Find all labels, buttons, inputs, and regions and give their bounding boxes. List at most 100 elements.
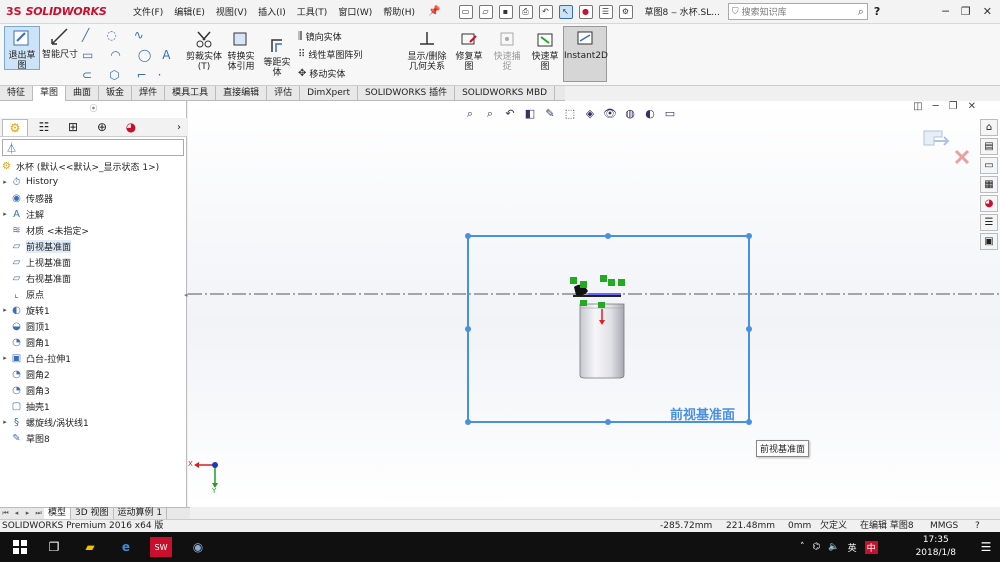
tree-item[interactable]: ◉ 传感器 xyxy=(0,190,187,206)
tab-sheet-metal[interactable]: 钣金 xyxy=(99,86,133,101)
tab-sketch[interactable]: 草图 xyxy=(33,86,67,101)
windows-start-icon[interactable] xyxy=(10,537,30,557)
expand-arrow-icon[interactable]: ▸ xyxy=(0,354,10,362)
file-explorer-icon[interactable]: ▭ xyxy=(980,157,998,174)
exit-sketch-button[interactable]: 退出草图 xyxy=(4,26,40,71)
tree-item[interactable]: ◔ 圆角3 xyxy=(0,382,187,398)
tree-item[interactable]: ≋ 材质 <未指定> xyxy=(0,222,187,238)
point-icon[interactable]: · xyxy=(158,68,162,82)
custom-properties-icon[interactable]: ☰ xyxy=(980,214,998,231)
tray-expand-icon[interactable]: ˄ xyxy=(800,542,805,552)
display-delete-relations-button[interactable]: 显示/删除几何关系 xyxy=(404,28,450,72)
tab-features[interactable]: 特征 xyxy=(0,86,34,101)
save-icon[interactable]: ▪ xyxy=(498,4,513,19)
solidworks-resources-icon[interactable]: ⌂ xyxy=(980,119,998,136)
configuration-manager-tab-icon[interactable]: ⊞ xyxy=(60,119,86,136)
select-pointer-icon[interactable]: ↖ xyxy=(558,4,573,19)
system-clock[interactable]: 17:35 2018/1/8 xyxy=(916,534,956,560)
first-tab-icon[interactable]: ⏮ xyxy=(0,508,11,519)
help-icon[interactable]: ? xyxy=(874,5,880,18)
tab-dimxpert[interactable]: DimXpert xyxy=(300,86,358,101)
minimize-button[interactable]: ─ xyxy=(942,5,949,18)
plane-handle[interactable] xyxy=(605,233,611,239)
relation-icon[interactable] xyxy=(618,279,625,286)
ellipse-icon[interactable]: ◯ xyxy=(138,48,151,62)
tab-model[interactable]: 模型 xyxy=(44,508,72,519)
undo-icon[interactable]: ↶ xyxy=(538,4,553,19)
tree-item[interactable]: ▸ ▣ 凸台-拉伸1 xyxy=(0,350,187,366)
tree-item[interactable]: ◔ 圆角2 xyxy=(0,366,187,382)
ime-lang[interactable]: 英 xyxy=(848,541,857,554)
panel-grip-icon[interactable]: ⦿ xyxy=(0,103,187,114)
tab-mold-tools[interactable]: 模具工具 xyxy=(165,86,217,101)
notifications-icon[interactable]: ☰ xyxy=(976,537,996,557)
solidworks-logo[interactable]: 3S SOLIDWORKS xyxy=(0,0,120,24)
relation-icon[interactable] xyxy=(570,277,577,284)
plane-handle[interactable] xyxy=(605,419,611,425)
solidworks-taskbar-icon[interactable]: SW xyxy=(150,537,172,557)
search-box[interactable]: ⛉ 搜索知识库 ⌕ xyxy=(727,3,868,20)
relation-icon[interactable] xyxy=(580,300,587,306)
open-folder-icon[interactable]: ▱ xyxy=(478,4,493,19)
tree-item[interactable]: ✎ 草图8 xyxy=(0,430,187,446)
tree-item[interactable]: ◒ 圆顶1 xyxy=(0,318,187,334)
mirror-entities-button[interactable]: ⫼ 镜向实体 xyxy=(298,30,342,43)
tree-item[interactable]: ▢ 抽壳1 xyxy=(0,398,187,414)
last-tab-icon[interactable]: ⏭ xyxy=(33,508,44,519)
tree-item[interactable]: ▱ 前视基准面 xyxy=(0,238,187,254)
tree-item[interactable]: ▱ 上视基准面 xyxy=(0,254,187,270)
text-icon[interactable]: A xyxy=(162,48,170,62)
relation-icon[interactable] xyxy=(608,279,615,286)
solidworks-forum-icon[interactable]: ▣ xyxy=(980,233,998,250)
instant2d-button[interactable]: Instant2D xyxy=(563,26,608,82)
edge-browser-icon[interactable]: e xyxy=(116,537,136,557)
tab-surfaces[interactable]: 曲面 xyxy=(66,86,100,101)
menu-file[interactable]: 文件(F) xyxy=(132,3,164,20)
spline-icon[interactable]: ∿ xyxy=(134,28,144,42)
plane-handle[interactable] xyxy=(746,419,752,425)
repair-sketch-button[interactable]: 修复草图 xyxy=(452,28,486,72)
tree-item[interactable]: ▸ A 注解 xyxy=(0,206,187,222)
graphics-viewport[interactable]: ⌕ ⌕ ↶ ◧ ✎ ⬚ ◈ 👁 ◍ ◐ ▭ ◫ ─ ❐ ✕ X Y 前视基准面 … xyxy=(188,101,1000,507)
plane-handle[interactable] xyxy=(465,233,471,239)
app-taskbar-icon[interactable]: ◉ xyxy=(188,537,208,557)
move-entities-button[interactable]: ✥ 移动实体 xyxy=(298,67,345,80)
search-icon[interactable]: ⌕ xyxy=(858,5,864,19)
network-icon[interactable]: ⌬ xyxy=(813,542,821,552)
tab-weldments[interactable]: 焊件 xyxy=(132,86,166,101)
expand-arrow-icon[interactable]: ▸ xyxy=(0,178,10,186)
tab-solidworks-mbd[interactable]: SOLIDWORKS MBD xyxy=(455,86,556,101)
file-explorer-taskbar-icon[interactable]: ▰ xyxy=(80,537,100,557)
volume-icon[interactable]: 🔈 xyxy=(828,542,839,552)
polygon-icon[interactable]: ⬡ xyxy=(109,68,119,82)
print-icon[interactable]: ⎙ xyxy=(518,4,533,19)
linear-pattern-button[interactable]: ⠿ 线性草图阵列 xyxy=(298,48,362,61)
next-tab-icon[interactable]: ▸ xyxy=(22,508,33,519)
front-plane-label[interactable]: 前视基准面 xyxy=(670,404,735,423)
tree-filter-input[interactable]: ⏃ xyxy=(2,139,184,156)
panel-expand-chevron-icon[interactable]: › xyxy=(177,122,187,133)
line-icon[interactable]: ╱ xyxy=(82,28,89,42)
tree-item[interactable]: ▸ ⏱ History xyxy=(0,174,187,190)
feature-manager-tab-icon[interactable]: ⚙ xyxy=(2,118,28,136)
plane-handle[interactable] xyxy=(465,419,471,425)
help-icon[interactable]: ? xyxy=(975,520,980,532)
tree-item[interactable]: ⌞ 原点 xyxy=(0,286,187,302)
dimxpert-manager-tab-icon[interactable]: ⊕ xyxy=(89,119,115,136)
rectangle-icon[interactable]: ▭ xyxy=(82,48,93,62)
smart-dimension-button[interactable]: 智能尺寸 xyxy=(42,26,78,60)
relation-icon[interactable] xyxy=(598,302,605,308)
expand-arrow-icon[interactable]: ▸ xyxy=(0,418,10,426)
offset-entities-button[interactable]: 等距实体 xyxy=(260,34,294,78)
view-palette-icon[interactable]: ▦ xyxy=(980,176,998,193)
tab-motion-study[interactable]: 运动算例 1 xyxy=(114,508,168,519)
file-properties-icon[interactable]: ☰ xyxy=(598,4,613,19)
menu-edit[interactable]: 编辑(E) xyxy=(173,3,206,20)
unit-system[interactable]: MMGS xyxy=(930,520,958,532)
menu-tools[interactable]: 工具(T) xyxy=(296,3,329,20)
circle-icon[interactable]: ◌ xyxy=(106,28,116,42)
plane-handle[interactable] xyxy=(465,326,471,332)
tree-root[interactable]: ⚙ 水杯 (默认<<默认>_显示状态 1>) xyxy=(0,158,187,174)
rapid-sketch-button[interactable]: 快速草图 xyxy=(528,28,562,72)
expand-arrow-icon[interactable]: ▸ xyxy=(0,210,10,218)
